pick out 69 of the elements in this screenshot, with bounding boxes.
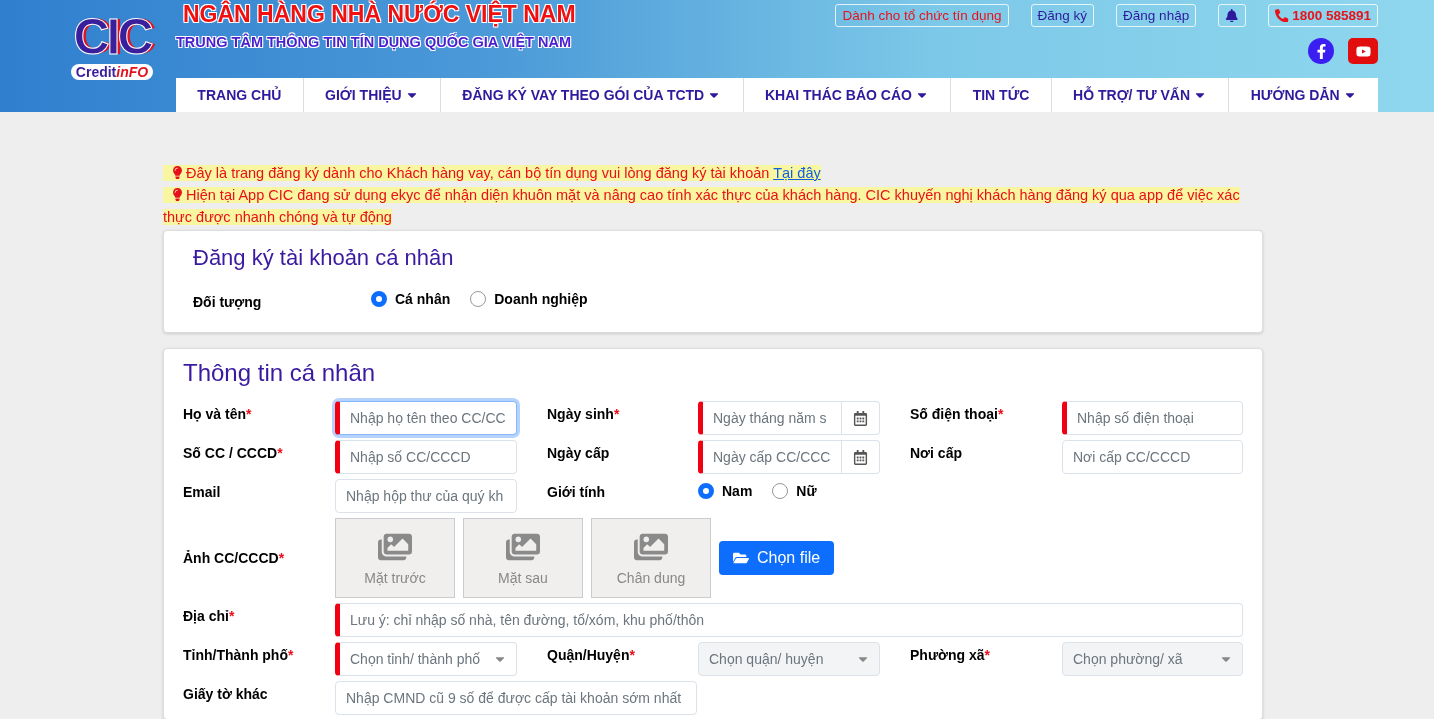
date-field[interactable]: Ngày tháng năm s — [698, 401, 842, 435]
tile-caption: Mặt sau — [498, 570, 548, 586]
nav-item[interactable]: HỖ TRỢ/ TƯ VẤN — [1051, 78, 1230, 112]
radio-icon[interactable] — [698, 483, 714, 499]
field-label: Số điện thoại — [910, 406, 998, 422]
radio-option[interactable]: Nam — [698, 483, 753, 499]
radio-option[interactable]: Cá nhân — [371, 291, 451, 307]
field-label: Đối tượng — [193, 293, 263, 310]
notice-link[interactable]: Tại đây — [773, 165, 821, 181]
choose-file-button[interactable]: Chọn file — [719, 541, 835, 575]
nav-item[interactable]: TRANG CHỦ — [176, 78, 304, 112]
logo-wordmark[interactable]: CreditinFO — [70, 64, 154, 80]
nav-item[interactable]: HƯỚNG DẪN — [1229, 78, 1378, 112]
radio-option[interactable]: Nữ — [772, 483, 817, 499]
required-mark: * — [277, 445, 283, 461]
radio-icon[interactable] — [772, 483, 789, 499]
youtube-icon[interactable] — [1348, 38, 1378, 64]
field-label: Ngày cấp — [547, 445, 610, 461]
phone-icon — [1274, 8, 1289, 23]
field-label: Phường xã — [910, 647, 985, 663]
field-label: Tỉnh/Thành phố — [183, 647, 288, 663]
required-mark: * — [984, 647, 990, 663]
notice-text: Đây là trang đăng ký dành cho Khách hàng vay, cán bộ tín dụng vui lòng đăng ký tài khoản Tại đây — [163, 162, 1263, 184]
field-label: Số CC / CCCD — [183, 445, 278, 461]
field-label: Nơi cấp — [910, 445, 962, 461]
site-title: NGÂN HÀNG NHÀ NƯỚC VIỆT NAM — [183, 1, 576, 28]
header-link[interactable]: Đăng nhập — [1116, 4, 1197, 27]
required-mark: * — [288, 647, 294, 663]
field-label: Quận/Huyện — [547, 647, 630, 663]
text-field[interactable]: Nhập họ tên theo CC/CC — [335, 401, 517, 435]
field-label: Ảnh CC/CCCD — [183, 550, 279, 566]
calendar-button[interactable] — [842, 401, 880, 435]
calendar-icon — [853, 410, 868, 426]
field-label: Email — [183, 484, 221, 500]
tile-caption: Mặt trước — [364, 570, 426, 586]
required-mark: * — [228, 608, 235, 624]
lightbulb-icon — [171, 166, 184, 179]
nav-item[interactable]: ĐĂNG KÝ VAY THEO GÓI CỦA TCTD — [440, 78, 744, 112]
folder-icon — [733, 550, 749, 566]
site-subtitle: TRUNG TÂM THÔNG TIN TÍN DỤNG QUỐC GIA VIỆT NAM — [176, 34, 572, 50]
field-label: Ngày sinh — [547, 406, 614, 422]
field-label: Giới tính — [547, 484, 606, 500]
tile-caption: Chân dung — [616, 570, 686, 586]
card-title: Đăng ký tài khoản cá nhân — [193, 245, 455, 271]
required-mark: * — [246, 406, 252, 422]
header-link[interactable]: Đăng ký — [1030, 4, 1095, 27]
calendar-icon — [853, 449, 868, 465]
calendar-button[interactable] — [842, 440, 880, 474]
field-label: Giấy tờ khác — [183, 686, 268, 702]
nav-item[interactable]: GIỚI THIỆU — [303, 78, 441, 112]
radio-icon[interactable] — [371, 291, 387, 307]
radio-option[interactable]: Doanh nghiệp — [470, 291, 588, 307]
field-label: Địa chỉ — [183, 608, 229, 624]
facebook-icon[interactable] — [1308, 38, 1334, 64]
nav-item[interactable]: KHAI THÁC BÁO CÁO — [743, 78, 952, 112]
notice-text: Hiện tại App CIC đang sử dụng ekyc để nhận diện khuôn mặt và nâng cao tính xác thực của khách hàng. CIC khuyến nghị khách hàng đăng ký qua app để việc xác thực được nhanh chóng và tự động — [163, 186, 1241, 227]
select-field[interactable]: Chọn tỉnh/ thành phố — [335, 642, 517, 676]
nav-item[interactable]: TIN TỨC — [951, 78, 1052, 112]
required-mark: * — [613, 406, 620, 422]
notification-button[interactable] — [1218, 4, 1246, 27]
required-mark: * — [997, 406, 1004, 422]
radio-icon[interactable] — [470, 291, 487, 307]
date-field[interactable]: Ngày cấp CC/CCC — [698, 440, 842, 474]
lightbulb-icon — [171, 188, 184, 201]
required-mark: * — [278, 550, 285, 566]
bell-icon — [1225, 8, 1239, 23]
required-mark: * — [629, 647, 635, 663]
card-title: Thông tin cá nhân — [183, 359, 377, 387]
field-label: Họ và tên — [183, 406, 246, 422]
